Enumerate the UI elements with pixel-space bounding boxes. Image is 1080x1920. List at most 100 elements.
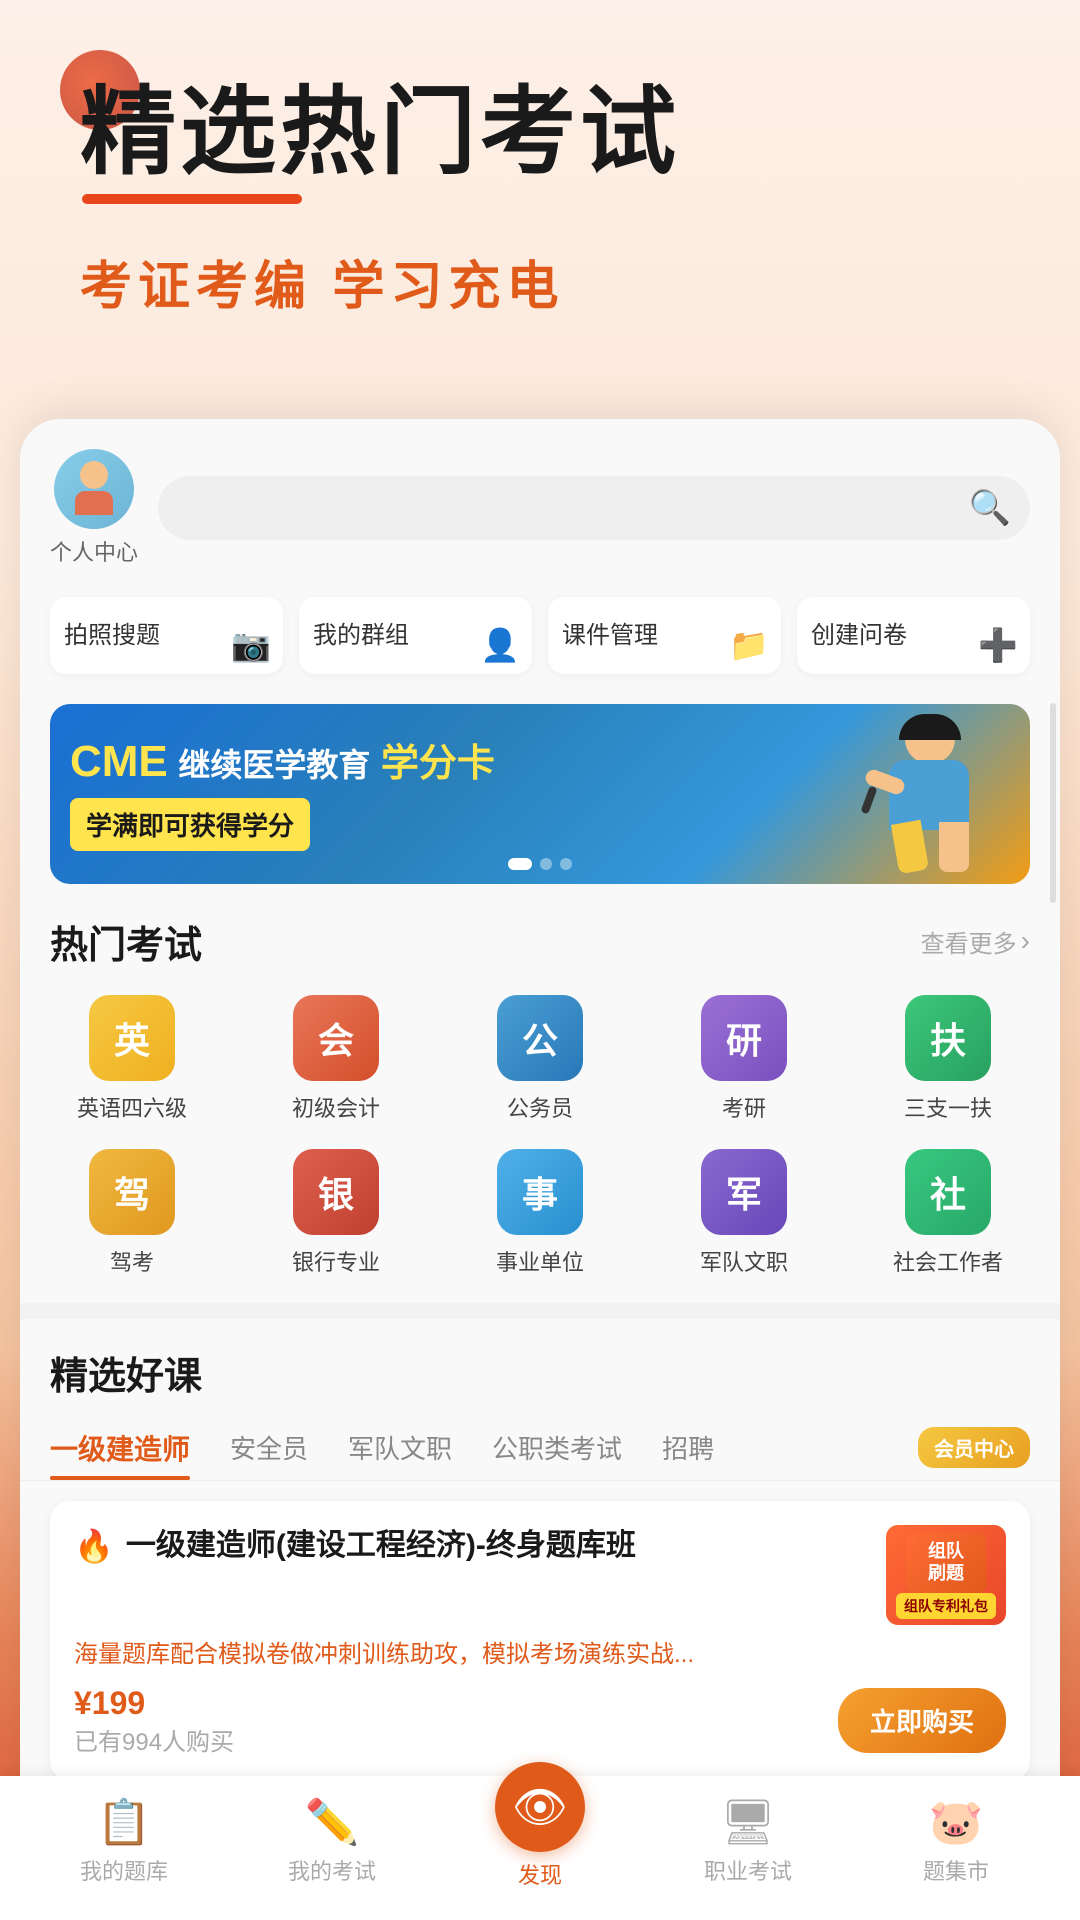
nav-collection[interactable]: 🐷 题集市 [881, 1796, 1031, 1886]
quick-action-questionnaire[interactable]: 创建问卷 ➕ [797, 597, 1030, 674]
exam-item-institution[interactable]: 事 事业单位 [438, 1139, 642, 1293]
avatar-container[interactable]: 个人中心 [50, 449, 138, 567]
banner-content: CME 继续医学教育 学分卡 学满即可获得学分 [70, 736, 1010, 852]
price-students: ¥199 已有994人购买 [74, 1685, 234, 1757]
courses-header: 精选好课 [20, 1329, 1060, 1416]
search-bar[interactable]: 🔍 [158, 476, 1030, 540]
quick-action-courseware[interactable]: 课件管理 📁 [548, 597, 781, 674]
plus-icon: ➕ [978, 626, 1018, 664]
exam-item-threesupport[interactable]: 扶 三支一扶 [846, 985, 1050, 1139]
quick-action-group[interactable]: 我的群组 👤 [299, 597, 532, 674]
course-card-header: 🔥 一级建造师(建设工程经济)-终身题库班 组队刷题 组队专利礼包 [74, 1525, 1006, 1625]
exam-name-military: 军队文职 [700, 1245, 788, 1277]
exam-icon-civil: 公 [497, 995, 583, 1081]
banner-title-card: 学分卡 [381, 743, 495, 785]
course-card-title: 一级建造师(建设工程经济)-终身题库班 [126, 1525, 874, 1567]
nav-collection-label: 题集市 [923, 1854, 989, 1886]
dot-1 [508, 858, 532, 870]
course-card-image: 组队刷题 组队专利礼包 [886, 1525, 1006, 1625]
exam-icon-driving: 驾 [89, 1149, 175, 1235]
exam-icon-threesupport: 扶 [905, 995, 991, 1081]
search-icon[interactable]: 🔍 [970, 488, 1010, 528]
nav-bank-label: 我的题库 [80, 1854, 168, 1886]
quick-actions: 拍照搜题 📷 我的群组 👤 课件管理 📁 创建问卷 ➕ [20, 587, 1060, 694]
nav-my-bank[interactable]: 📋 我的题库 [49, 1796, 199, 1886]
chevron-right-icon: › [1021, 925, 1030, 957]
buy-button[interactable]: 立即购买 [838, 1688, 1006, 1753]
hot-exams-header: 热门考试 查看更多 › [20, 904, 1060, 985]
courseware-label: 课件管理 [562, 615, 658, 650]
hero-subtitle: 考证考编 学习充电 [80, 244, 1020, 319]
banner-title-cn: 继续医学教育 [178, 747, 370, 783]
courses-section: 精选好课 一级建造师 安全员 军队文职 公职类考试 招聘 会员中心 🔥 一级建造… [20, 1329, 1060, 1821]
scroll-indicator [1050, 703, 1056, 903]
hot-exams-title: 热门考试 [50, 914, 202, 969]
hero-title-underline [82, 194, 302, 204]
questionnaire-label: 创建问卷 [811, 615, 907, 650]
exam-name-accounting: 初级会计 [292, 1091, 380, 1123]
exam-icon-military: 军 [701, 1149, 787, 1235]
exam-item-social[interactable]: 社 社会工作者 [846, 1139, 1050, 1293]
course-price: ¥199 [74, 1685, 234, 1722]
exam-name-threesupport: 三支一扶 [904, 1091, 992, 1123]
exam-item-civil[interactable]: 公 公务员 [438, 985, 642, 1139]
nav-exam-icon: ✏️ [305, 1796, 360, 1848]
course-description: 海量题库配合模拟卷做冲刺训练助攻，模拟考场演练实战... [74, 1637, 1006, 1673]
tab-recruit[interactable]: 招聘 [662, 1417, 714, 1478]
section-divider [20, 1303, 1060, 1319]
nav-my-exam[interactable]: ✏️ 我的考试 [257, 1796, 407, 1886]
avatar-head [80, 461, 108, 489]
nav-career-exam[interactable]: 🖥 职业考试 [673, 1796, 823, 1886]
nav-career-label: 职业考试 [704, 1854, 792, 1886]
nav-discover[interactable]: 👁 发现 [465, 1792, 615, 1890]
exam-item-english[interactable]: 英 英语四六级 [30, 985, 234, 1139]
dot-3 [560, 858, 572, 870]
tab-military-civil[interactable]: 军队文职 [348, 1417, 452, 1478]
exam-item-accounting[interactable]: 会 初级会计 [234, 985, 438, 1139]
nav-center-circle: 👁 [495, 1762, 585, 1852]
app-header: 个人中心 🔍 [20, 419, 1060, 587]
group-icon: 👤 [480, 626, 520, 664]
course-tabs: 一级建造师 安全员 军队文职 公职类考试 招聘 会员中心 [20, 1416, 1060, 1481]
hot-exams-more[interactable]: 查看更多 › [921, 924, 1030, 959]
banner-dots [508, 858, 572, 870]
tab-constructor[interactable]: 一级建造师 [50, 1416, 190, 1480]
avatar-figure [64, 459, 124, 519]
fire-icon: 🔥 [74, 1527, 114, 1565]
exam-grid: 英 英语四六级 会 初级会计 公 公务员 研 考研 扶 三支一扶 驾 驾考 银 … [20, 985, 1060, 1293]
hero-title: 精选热门考试 [80, 80, 1020, 186]
exam-icon-english: 英 [89, 995, 175, 1081]
exam-item-graduate[interactable]: 研 考研 [642, 985, 846, 1139]
exam-name-graduate: 考研 [722, 1091, 766, 1123]
quick-action-photo[interactable]: 拍照搜题 📷 [50, 597, 283, 674]
exam-name-driving: 驾考 [110, 1245, 154, 1277]
vip-badge[interactable]: 会员中心 [918, 1427, 1030, 1468]
exam-icon-graduate: 研 [701, 995, 787, 1081]
banner-cme: CME [70, 737, 168, 786]
nav-exam-label: 我的考试 [288, 1854, 376, 1886]
exam-name-institution: 事业单位 [496, 1245, 584, 1277]
exam-name-civil: 公务员 [507, 1091, 573, 1123]
exam-name-banking: 银行专业 [292, 1245, 380, 1277]
nav-career-icon: 🖥 [720, 1796, 776, 1848]
course-price-row: ¥199 已有994人购买 立即购买 [74, 1685, 1006, 1757]
hero-section: 精选热门考试 考证考编 学习充电 [0, 0, 1080, 359]
dot-2 [540, 858, 552, 870]
exam-item-driving[interactable]: 驾 驾考 [30, 1139, 234, 1293]
courses-title: 精选好课 [50, 1345, 1030, 1400]
nav-discover-label: 发现 [518, 1858, 562, 1890]
discover-icon: 👁 [512, 1781, 568, 1833]
exam-item-military[interactable]: 军 军队文职 [642, 1139, 846, 1293]
team-badge-label: 组队专利礼包 [904, 1598, 988, 1614]
bottom-nav: 📋 我的题库 ✏️ 我的考试 👁 发现 🖥 职业考试 🐷 题集市 [0, 1776, 1080, 1920]
exam-icon-accounting: 会 [293, 995, 379, 1081]
course-students: 已有994人购买 [74, 1722, 234, 1757]
tab-public[interactable]: 公职类考试 [492, 1417, 622, 1478]
avatar-body [75, 491, 113, 515]
cme-banner[interactable]: CME 继续医学教育 学分卡 学满即可获得学分 [50, 704, 1030, 884]
avatar-label: 个人中心 [50, 535, 138, 567]
banner-subtitle: 学满即可获得学分 [70, 798, 310, 851]
more-label: 查看更多 [921, 924, 1017, 959]
tab-safety[interactable]: 安全员 [230, 1417, 308, 1478]
exam-item-banking[interactable]: 银 银行专业 [234, 1139, 438, 1293]
